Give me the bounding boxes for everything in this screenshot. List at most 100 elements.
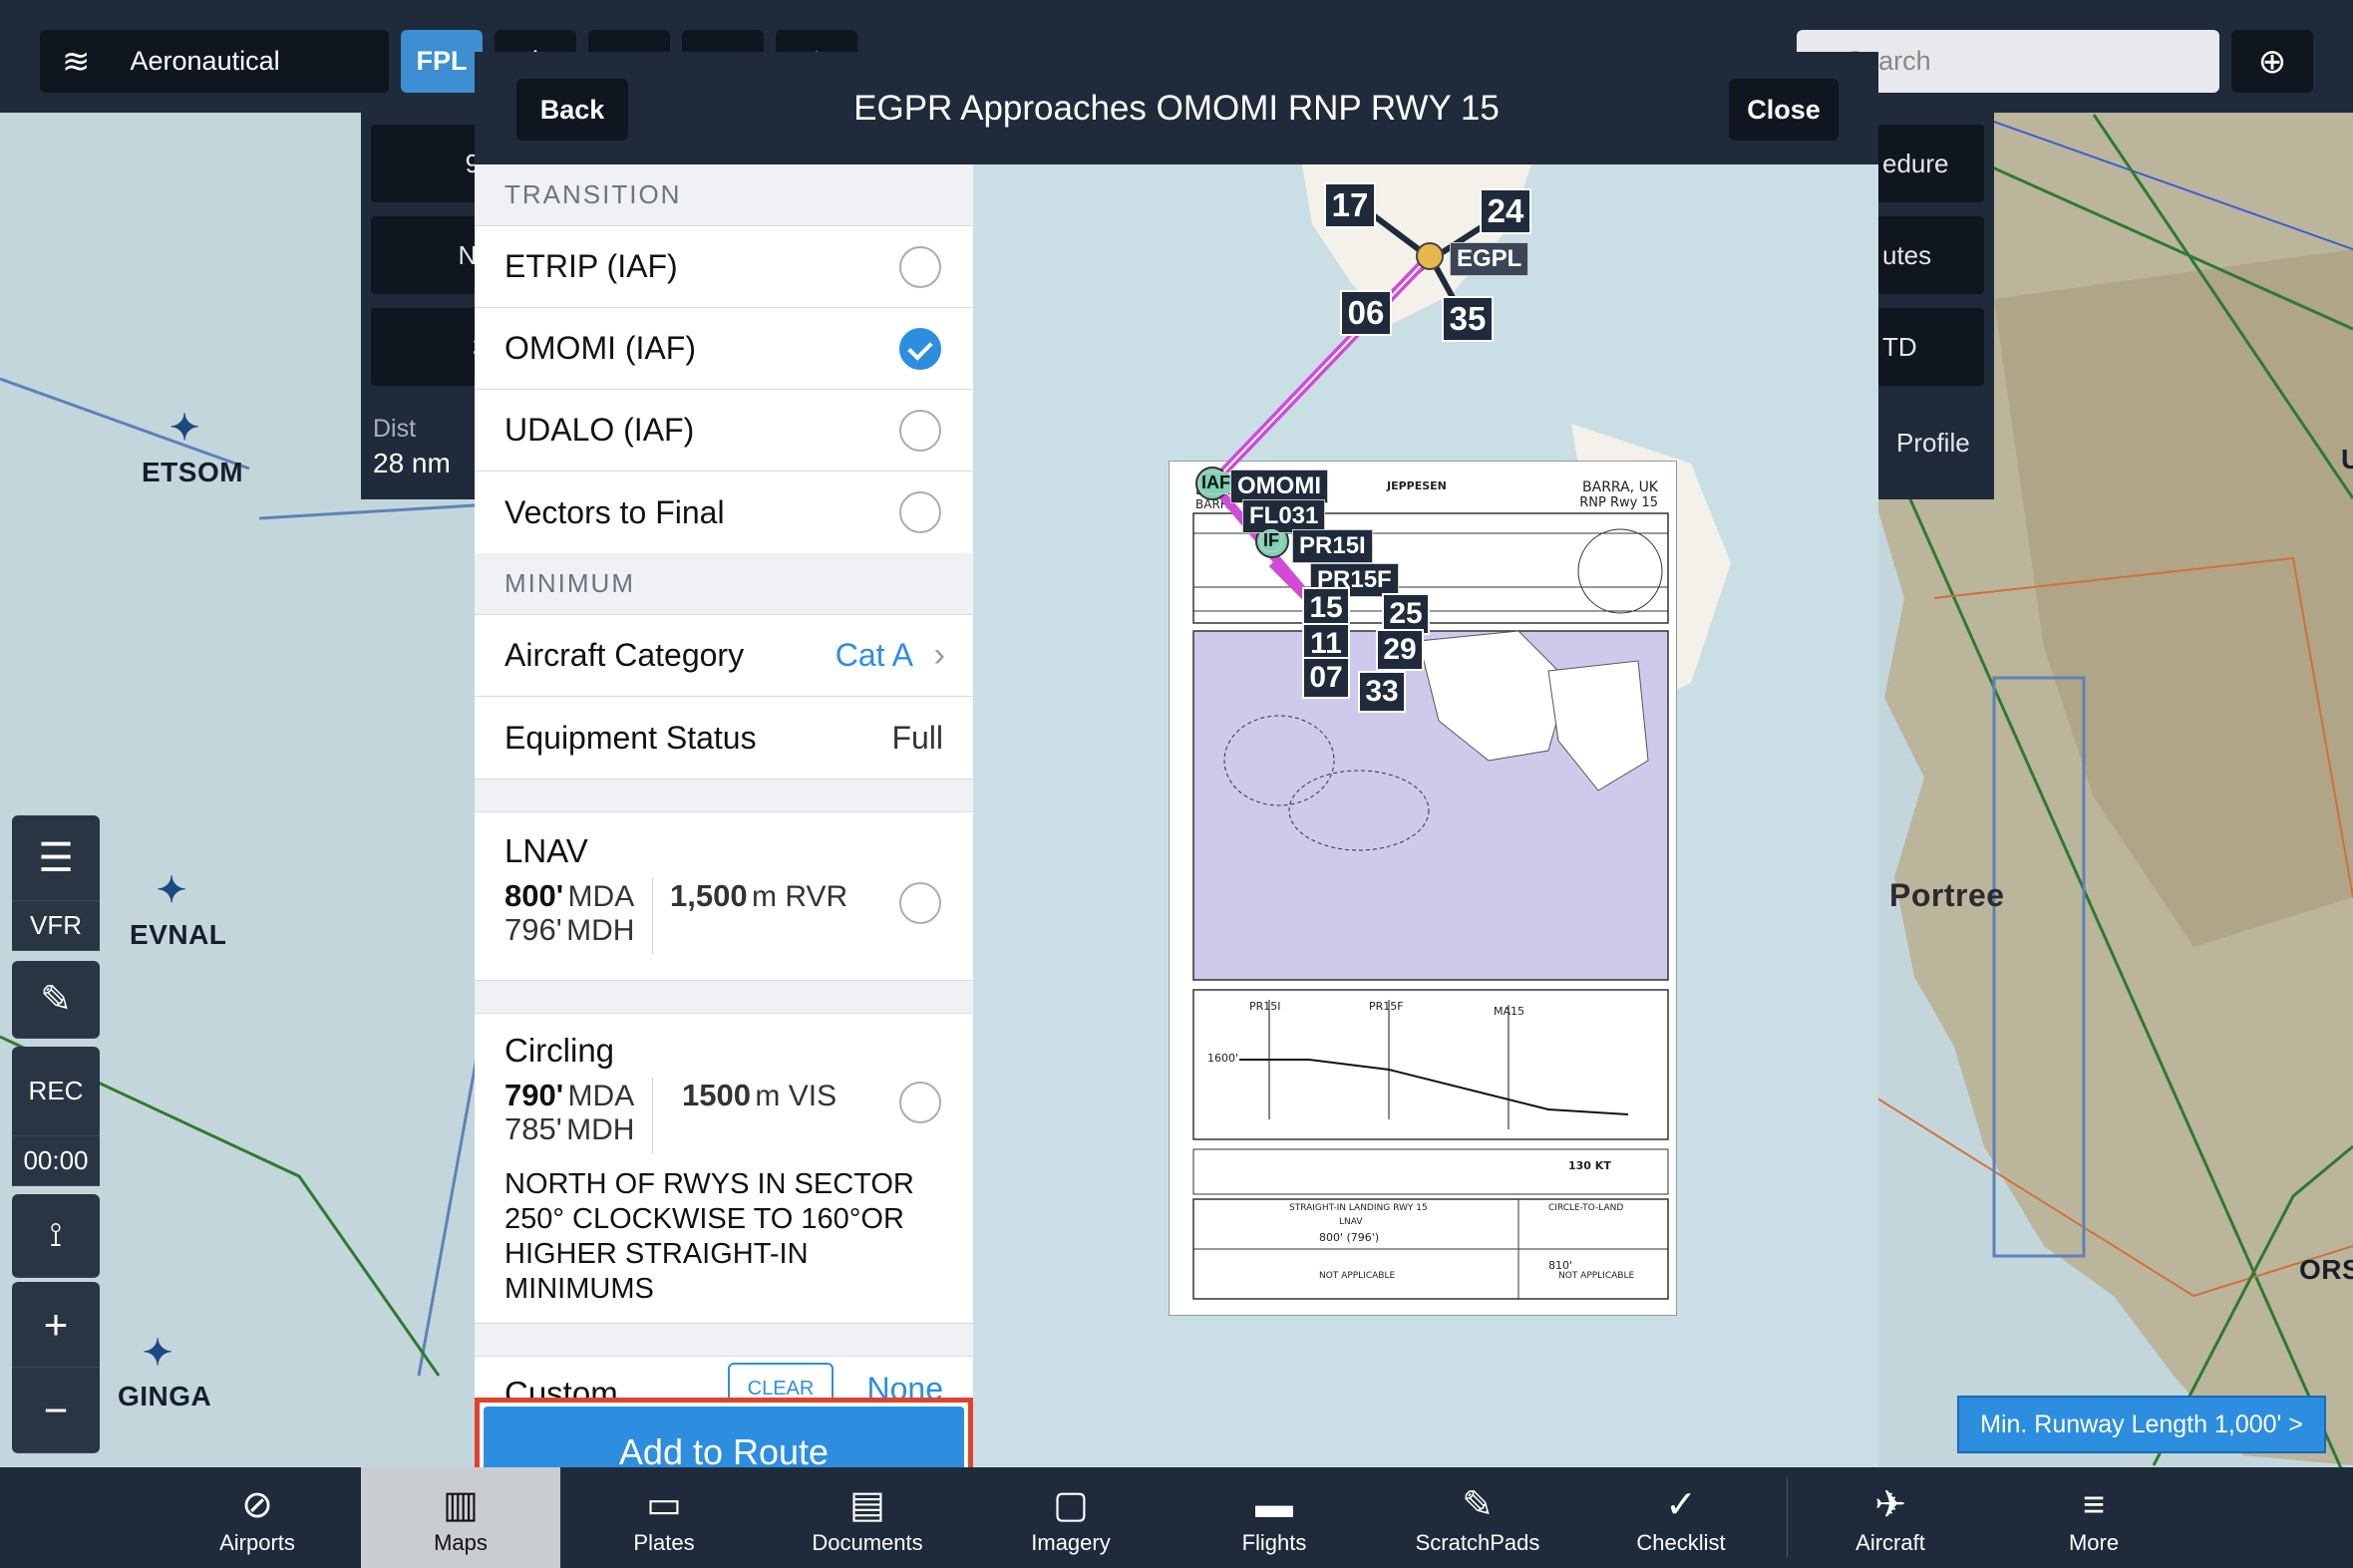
equipment-status-row[interactable]: Equipment Status Full [475, 697, 973, 779]
lnav-rvr-value: 1,500 [670, 878, 748, 913]
documents-icon: ▤ [849, 1484, 885, 1526]
approach-map[interactable]: EGPR/BRR BARRA JEPPESEN BARRA, UK RNP Rw… [973, 164, 1878, 1510]
profile-button[interactable]: Profile [1876, 404, 1984, 481]
record-button[interactable]: REC [12, 1047, 100, 1136]
approach-dialog: EGPR Approaches OMOMI RNP RWY 15 Back Cl… [475, 52, 1878, 1510]
tab-label: ScratchPads [1415, 1530, 1540, 1555]
tab-maps[interactable]: ▥ Maps [361, 1467, 560, 1568]
transition-vectors[interactable]: Vectors to Final [475, 471, 973, 553]
locate-button[interactable]: ⊕ [2231, 30, 2313, 93]
route-button[interactable]: ⟟ [12, 1194, 100, 1278]
circling-mda-value: 790' [504, 1078, 564, 1112]
section-gap [475, 779, 973, 812]
tab-label: Checklist [1636, 1530, 1726, 1555]
checkmark-icon[interactable] [899, 327, 941, 370]
lnav-minimum-row[interactable]: LNAV 800' MDA 796' MDH 1,500 m RVR [475, 812, 973, 980]
circling-mdh-value: 785' [504, 1111, 562, 1146]
back-button[interactable]: Back [516, 79, 628, 141]
waypoint-evnal[interactable]: EVNAL [130, 919, 226, 951]
aircraft-category-row[interactable]: Aircraft Category Cat A › [475, 615, 973, 697]
circling-minimum-row[interactable]: Circling 790' MDA 785' MDH 1500 m VIS NO… [475, 1014, 973, 1323]
transition-label: Vectors to Final [504, 493, 725, 530]
lnav-mda-value: 800' [504, 878, 564, 913]
fix-iaf-label: IAF [1198, 471, 1233, 494]
transition-udalo[interactable]: UDALO (IAF) [475, 390, 973, 471]
map-settings-button[interactable]: ☰ [12, 815, 100, 901]
fix-pr15i[interactable]: PR15I [1292, 529, 1373, 563]
route-overlay [1195, 196, 1504, 628]
tab-label: Plates [633, 1530, 695, 1555]
tab-label: Aircraft [1855, 1530, 1925, 1555]
chevron-right-icon: › [933, 636, 945, 674]
section-gap [475, 1323, 973, 1357]
record-timer: 00:00 [12, 1136, 100, 1186]
tab-label: Airports [219, 1530, 295, 1555]
vfr-button[interactable]: VFR [12, 901, 100, 951]
layers-icon: ≋ [62, 42, 91, 81]
waypoint-star-icon: ✦ [169, 407, 200, 448]
tab-checklist[interactable]: ✓ Checklist [1581, 1467, 1781, 1568]
tab-aircraft[interactable]: ✈ Aircraft [1791, 1467, 1990, 1568]
fix-omomi[interactable]: OMOMI [1230, 470, 1328, 503]
waypoint-u[interactable]: U [2341, 444, 2353, 475]
airports-icon: ⊘ [241, 1484, 273, 1526]
equipment-status-label: Equipment Status [504, 719, 757, 756]
airport-label-egpl[interactable]: EGPL [1450, 242, 1529, 276]
equipment-status-value: Full [891, 719, 943, 756]
aircraft-category-value: Cat A [835, 637, 913, 673]
circling-mdh: 785' MDH [504, 1111, 634, 1147]
lnav-mdh: 796' MDH [504, 912, 634, 948]
circling-title: Circling [504, 1032, 615, 1069]
dialog-header: EGPR Approaches OMOMI RNP RWY 15 Back Cl… [475, 52, 1878, 164]
zoom-in-button[interactable]: + [12, 1282, 100, 1368]
pencil-icon: ✎ [40, 979, 72, 1021]
runway-label-35: 35 [1442, 296, 1494, 342]
tab-label: Maps [434, 1530, 488, 1555]
transition-etrip[interactable]: ETRIP (IAF) [475, 226, 973, 308]
radio-icon[interactable] [899, 409, 941, 452]
waypoint-etsom[interactable]: ETSOM [142, 457, 243, 488]
zoom-out-button[interactable]: − [12, 1368, 100, 1453]
transition-label: ETRIP (IAF) [504, 248, 678, 284]
radio-icon[interactable] [899, 1082, 941, 1123]
tab-flights[interactable]: ▬ Flights [1175, 1467, 1374, 1568]
procedure-button[interactable]: edure [1876, 125, 1984, 202]
tab-scratchpads[interactable]: ✎ ScratchPads [1378, 1467, 1577, 1568]
layers-button[interactable]: ≋ Aeronautical [40, 30, 389, 93]
fpl-button[interactable]: FPL [401, 30, 483, 93]
tab-divider [1787, 1477, 1788, 1557]
runway-label-24: 24 [1480, 188, 1531, 234]
radio-icon[interactable] [899, 882, 941, 924]
lnav-mdh-unit: MDH [566, 914, 635, 947]
tab-documents[interactable]: ▤ Documents [768, 1467, 967, 1568]
dialog-title: EGPR Approaches OMOMI RNP RWY 15 [853, 88, 1500, 128]
close-button[interactable]: Close [1729, 79, 1839, 141]
radio-icon[interactable] [899, 491, 941, 533]
aircraft-category-label: Aircraft Category [504, 637, 745, 673]
flights-icon: ▬ [1255, 1484, 1293, 1526]
tab-imagery[interactable]: ▢ Imagery [971, 1467, 1171, 1568]
runway-label-07: 07 [1302, 657, 1350, 699]
tab-plates[interactable]: ▭ Plates [564, 1467, 764, 1568]
runway-label-29: 29 [1376, 629, 1424, 671]
etd-button[interactable]: TD [1876, 308, 1984, 386]
route-icon: ⟟ [49, 1216, 63, 1254]
min-runway-button[interactable]: Min. Runway Length 1,000' > [1957, 1396, 2326, 1453]
circling-vis-value: 1500 [682, 1078, 751, 1112]
tab-airports[interactable]: ⊘ Airports [158, 1467, 357, 1568]
tab-more[interactable]: ≡ More [1994, 1467, 2193, 1568]
waypoint-ginga[interactable]: GINGA [118, 1381, 211, 1412]
maps-icon: ▥ [443, 1484, 479, 1526]
routes-button[interactable]: utes [1876, 216, 1984, 294]
transition-label: UDALO (IAF) [504, 412, 695, 448]
radio-icon[interactable] [899, 245, 941, 288]
waypoint-ors[interactable]: ORS [2299, 1254, 2353, 1286]
lnav-mda: 800' MDA [504, 878, 634, 914]
transition-omomi[interactable]: OMOMI (IAF) [475, 308, 973, 390]
draw-button[interactable]: ✎ [12, 961, 100, 1039]
runway-label-17: 17 [1324, 182, 1376, 228]
procedure-options-list[interactable]: TRANSITION ETRIP (IAF) OMOMI (IAF) UDALO… [475, 164, 973, 1510]
runway-label-06: 06 [1340, 290, 1392, 336]
lnav-title: LNAV [504, 832, 588, 869]
fix-if-label: IF [1260, 529, 1282, 552]
